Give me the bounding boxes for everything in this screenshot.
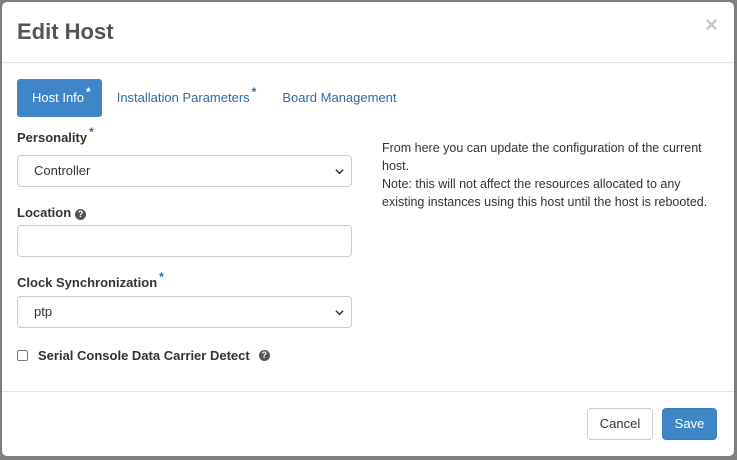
tab-label: Installation Parameters: [116, 90, 250, 105]
help-line-1: From here you can update the configurati…: [382, 141, 702, 173]
required-marker: *: [251, 85, 257, 99]
modal-footer: Cancel Save: [2, 391, 734, 456]
location-label: Location?: [17, 205, 87, 220]
chevron-down-icon: [335, 310, 344, 316]
required-marker: *: [89, 125, 94, 139]
tab-board-management[interactable]: Board Management: [267, 79, 407, 117]
location-input[interactable]: [17, 225, 352, 257]
serial-console-checkbox[interactable]: [17, 349, 28, 361]
question-circle-icon[interactable]: ?: [75, 209, 87, 220]
clock-sync-select[interactable]: ptp: [17, 296, 352, 328]
help-description: From here you can update the configurati…: [382, 139, 712, 211]
label-text: Location: [17, 205, 72, 220]
help-line-2: Note: this will not affect the resources…: [382, 177, 708, 209]
modal-header: Edit Host ×: [2, 2, 734, 63]
modal-title: Edit Host: [17, 19, 114, 44]
question-circle-icon[interactable]: ?: [258, 349, 270, 361]
tab-label: Board Management: [282, 90, 397, 105]
personality-select[interactable]: Controller: [17, 155, 352, 187]
edit-host-modal: Edit Host × Host Info * Installation Para…: [2, 2, 734, 456]
label-text: Clock Synchronization: [17, 275, 158, 290]
chevron-down-icon: [335, 169, 344, 175]
serial-console-row: Serial Console Data Carrier Detect ?: [17, 345, 270, 365]
tab-host-info[interactable]: Host Info *: [17, 79, 102, 117]
personality-label: Personality *: [17, 125, 94, 145]
required-marker: *: [159, 270, 164, 284]
label-text: Personality: [17, 130, 88, 145]
selected-value: Controller: [34, 163, 91, 178]
clock-sync-label: Clock Synchronization *: [17, 270, 164, 290]
tab-bar: Host Info * Installation Parameters * Boar…: [17, 79, 408, 117]
close-icon[interactable]: ×: [705, 12, 718, 38]
required-marker: *: [86, 85, 91, 99]
serial-console-label[interactable]: Serial Console Data Carrier Detect: [38, 348, 250, 363]
selected-value: ptp: [34, 304, 53, 319]
tab-label: Host Info: [32, 90, 85, 105]
cancel-button[interactable]: Cancel: [587, 408, 653, 440]
save-button[interactable]: Save: [662, 408, 717, 440]
tab-installation-parameters[interactable]: Installation Parameters *: [102, 79, 268, 117]
